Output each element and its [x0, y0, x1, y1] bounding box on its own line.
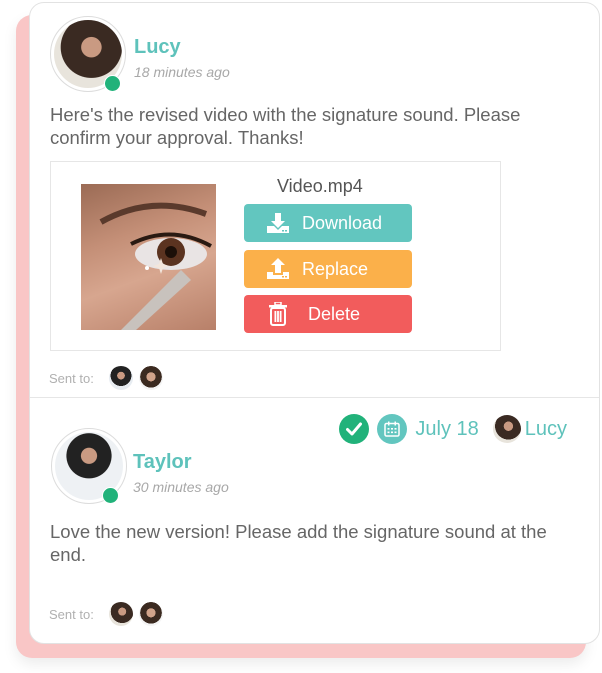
sent-to-label: Sent to:: [49, 607, 94, 622]
video-attachment: Video.mp4 Download Replace Delete: [50, 161, 501, 351]
avatar-taylor[interactable]: [51, 428, 127, 504]
author-name[interactable]: Taylor: [133, 451, 192, 474]
replace-button[interactable]: Replace: [244, 250, 412, 288]
message-timestamp: 30 minutes ago: [133, 479, 229, 495]
upload-icon: [264, 255, 292, 283]
message-divider: [30, 397, 599, 398]
eye-makeup-image: [99, 202, 212, 330]
recipient-avatar-bearded-man[interactable]: [139, 366, 163, 390]
author-name[interactable]: Lucy: [134, 36, 181, 59]
recipient-avatar-lucy[interactable]: [109, 602, 133, 626]
calendar-icon: [377, 414, 408, 444]
delete-button[interactable]: Delete: [244, 295, 412, 333]
avatar-lucy[interactable]: [50, 16, 126, 92]
delete-label: Delete: [308, 303, 361, 324]
approval-status: July 18 Lucy: [339, 414, 567, 444]
approver-avatar[interactable]: [492, 415, 521, 443]
message-timestamp: 18 minutes ago: [134, 64, 230, 80]
download-icon: [264, 209, 292, 237]
approver-name[interactable]: Lucy: [525, 418, 567, 441]
file-name: Video.mp4: [277, 176, 363, 196]
message-text: Here's the revised video with the signat…: [50, 104, 521, 148]
video-thumbnail[interactable]: [81, 184, 216, 330]
message-card: Lucy 18 minutes ago Here's the revised v…: [29, 2, 600, 644]
approval-date: July 18: [415, 417, 479, 440]
download-button[interactable]: Download: [244, 204, 412, 242]
trash-icon: [264, 300, 292, 328]
message-text: Love the new version! Please add the sig…: [50, 521, 547, 565]
check-circle-icon: [339, 414, 370, 444]
download-label: Download: [302, 212, 383, 233]
online-status-dot: [104, 75, 121, 92]
replace-label: Replace: [302, 258, 369, 279]
online-status-dot: [102, 487, 119, 504]
sent-to-label: Sent to:: [49, 371, 94, 386]
recipient-avatar-bearded-man[interactable]: [139, 602, 163, 626]
recipient-avatar-taylor[interactable]: [109, 366, 133, 390]
